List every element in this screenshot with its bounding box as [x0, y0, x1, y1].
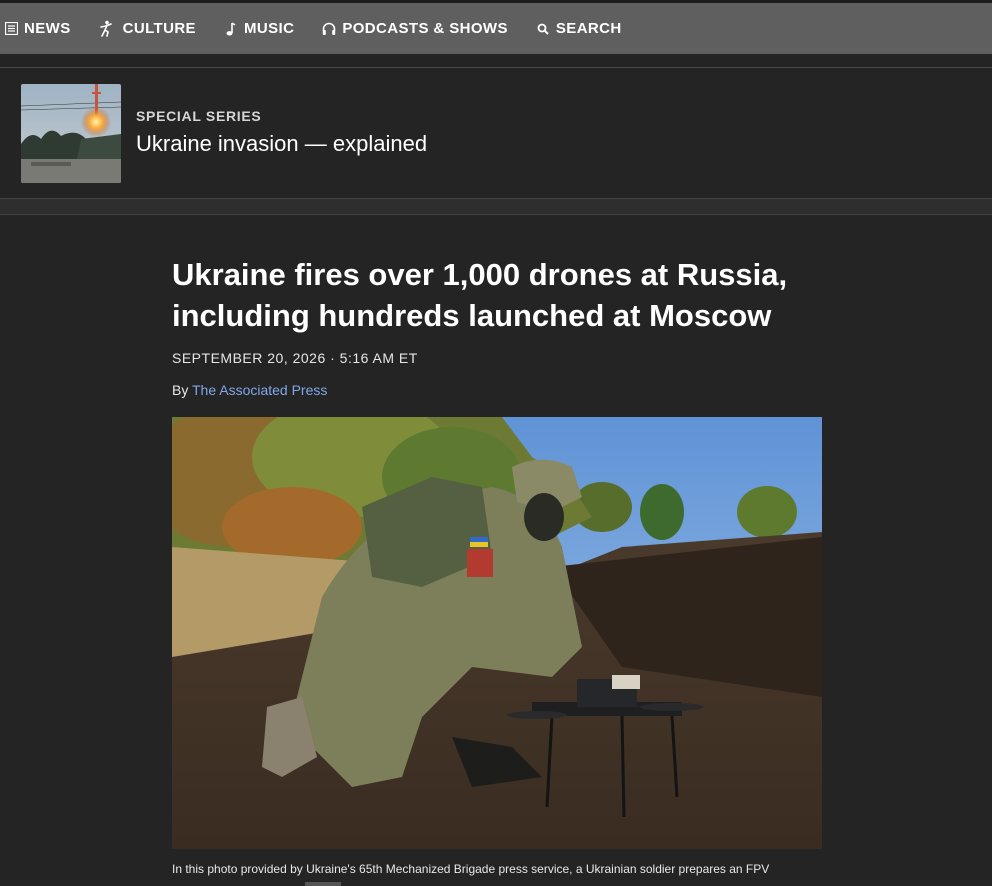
nav-label-culture: CULTURE [122, 20, 196, 37]
headphones-icon [322, 21, 336, 37]
nav-item-podcasts[interactable]: PODCASTS & SHOWS [322, 20, 508, 37]
author-link[interactable]: The Associated Press [192, 382, 327, 398]
article-headline: Ukraine fires over 1,000 drones at Russi… [172, 257, 788, 333]
nav-item-search[interactable]: SEARCH [536, 20, 622, 37]
nav-label-music: MUSIC [243, 20, 295, 37]
special-series-banner: SPECIAL SERIES Ukraine invasion — explai… [0, 68, 992, 198]
nav-item-music[interactable]: MUSIC [224, 20, 294, 37]
nav-item-culture[interactable]: CULTURE [97, 20, 196, 37]
byline-prefix: By [172, 382, 189, 398]
nav-label-news: NEWS [24, 20, 71, 37]
search-icon [536, 21, 550, 37]
nav-label-search: SEARCH [555, 20, 622, 37]
news-icon [4, 21, 18, 37]
series-thumbnail[interactable] [21, 84, 121, 183]
section-divider [0, 198, 992, 215]
nav-item-news[interactable]: NEWS [4, 20, 71, 37]
scroll-indicator [305, 882, 341, 886]
main-nav: NEWS CULTURE MUSIC PODCASTS & SHOWS SEAR… [0, 3, 992, 54]
nav-label-podcasts: PODCASTS & SHOWS [342, 20, 508, 37]
culture-icon [97, 20, 115, 37]
article-lead-photo[interactable] [172, 417, 822, 849]
article-byline: By The Associated Press [172, 382, 327, 398]
series-title-link[interactable]: Ukraine invasion — explained [136, 131, 427, 157]
series-kicker: SPECIAL SERIES [136, 108, 262, 124]
article-dateline: SEPTEMBER 20, 2026 · 5:16 AM ET [172, 350, 418, 366]
music-note-icon [224, 21, 238, 37]
photo-caption: In this photo provided by Ukraine's 65th… [172, 862, 770, 876]
top-navigation-bar: NEWS CULTURE MUSIC PODCASTS & SHOWS SEAR… [0, 0, 992, 54]
